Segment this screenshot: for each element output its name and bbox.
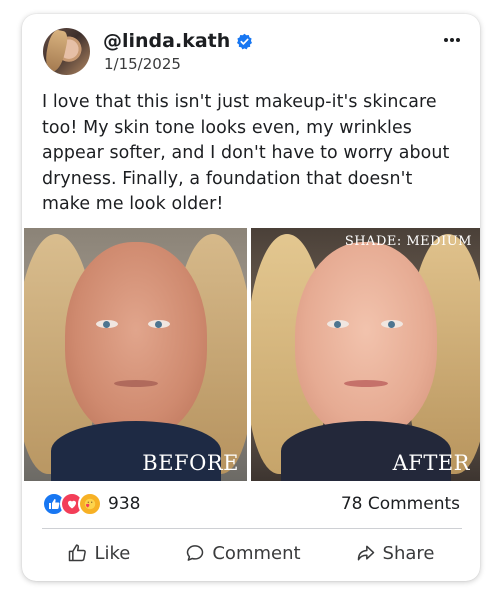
verified-badge-icon [237,33,253,49]
post-card: @linda.kath 1/15/2025 I love that this i… [22,14,480,581]
like-button[interactable]: Like [67,543,130,564]
reactions-summary[interactable]: 938 [42,492,140,516]
username-text[interactable]: @linda.kath [103,30,230,52]
comment-button[interactable]: Comment [185,542,301,564]
comment-icon [187,545,204,561]
before-photo[interactable]: BEFORE [24,228,247,481]
before-label: BEFORE [142,451,239,475]
reaction-count: 938 [108,494,141,514]
avatar[interactable] [43,28,90,75]
action-bar: Like Comment Share [22,536,480,570]
divider [42,528,462,529]
comment-label: Comment [212,542,301,564]
after-photo[interactable]: SHADE: MEDIUM AFTER [251,228,480,481]
more-options-icon[interactable] [444,38,460,42]
username[interactable]: @linda.kath [103,30,253,52]
care-reaction-icon [78,492,102,516]
share-label: Share [382,542,435,564]
like-label: Like [94,542,131,564]
shade-label: SHADE: MEDIUM [344,234,472,249]
share-icon [357,545,374,561]
share-button[interactable]: Share [356,543,435,564]
post-caption: I love that this isn't just makeup-it's … [42,92,450,214]
post-date: 1/15/2025 [104,55,181,73]
comments-count[interactable]: 78 Comments [341,494,460,514]
after-label: AFTER [392,451,470,475]
thumbs-up-icon [69,544,87,562]
